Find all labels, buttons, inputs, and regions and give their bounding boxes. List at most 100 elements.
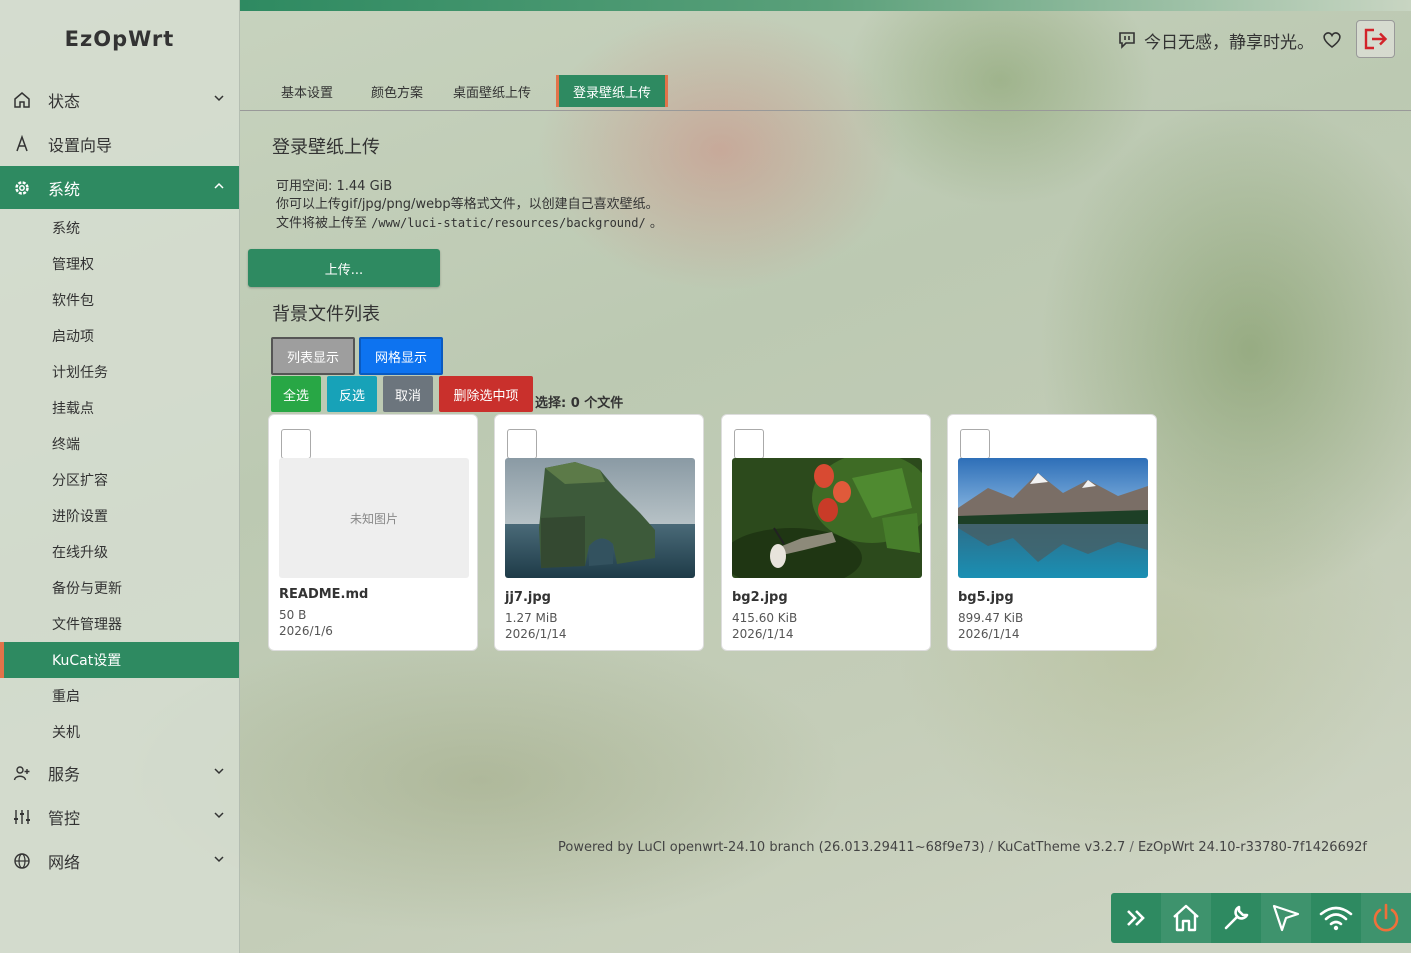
file-checkbox[interactable]: [281, 429, 311, 459]
sidebar-item-label: 系统: [48, 179, 81, 199]
chevron-up-icon: [214, 182, 224, 189]
sidebar-item-wizard[interactable]: 设置向导: [0, 122, 239, 165]
sidebar-subitem-admin[interactable]: 管理权: [0, 246, 239, 282]
globe-icon: [12, 851, 32, 871]
sidebar-item-network[interactable]: 网络: [0, 839, 239, 882]
upload-path: /www/luci-static/resources/background/: [371, 216, 646, 230]
tab-color-scheme[interactable]: 颜色方案: [352, 75, 442, 107]
sidebar-subitem-kucat[interactable]: KuCat设置: [0, 642, 239, 678]
file-size: 50 B: [279, 608, 307, 622]
invert-selection-button[interactable]: 反选: [327, 376, 377, 412]
tab-bar: 基本设置 颜色方案 桌面壁纸上传 登录壁纸上传: [240, 70, 1411, 111]
wifi-button[interactable]: [1311, 893, 1361, 943]
file-date: 2026/1/14: [732, 627, 794, 641]
sidebar-subitem-upgrade[interactable]: 在线升级: [0, 534, 239, 570]
file-checkbox[interactable]: [960, 429, 990, 459]
tab-login-wallpaper[interactable]: 登录壁纸上传: [556, 75, 668, 107]
file-card[interactable]: bg5.jpg 899.47 KiB 2026/1/14: [947, 414, 1157, 651]
send-button[interactable]: [1261, 893, 1311, 943]
heart-icon[interactable]: [1322, 31, 1342, 49]
home-button[interactable]: [1161, 893, 1211, 943]
upload-hint-text: 你可以上传gif/jpg/png/webp等格式文件，以创建自己喜欢壁纸。: [276, 197, 659, 212]
file-size: 899.47 KiB: [958, 611, 1024, 625]
file-date: 2026/1/14: [505, 627, 567, 641]
file-name: bg2.jpg: [732, 590, 788, 605]
quick-toolbar: [1111, 893, 1411, 943]
sidebar-subitem-startup[interactable]: 启动项: [0, 318, 239, 354]
sidebar-subitem-backup[interactable]: 备份与更新: [0, 570, 239, 606]
sidebar-item-label: 设置向导: [48, 135, 113, 155]
sidebar-subitem-filemanager[interactable]: 文件管理器: [0, 606, 239, 642]
file-name: jj7.jpg: [505, 590, 551, 605]
free-space-text: 可用空间: 1.44 GiB: [276, 179, 393, 194]
header-motto: 今日无感，静享时光。: [1118, 28, 1342, 53]
sidebar-subitem-advanced[interactable]: 进阶设置: [0, 498, 239, 534]
cancel-selection-button[interactable]: 取消: [383, 376, 433, 412]
sidebar-item-status[interactable]: 状态: [0, 78, 239, 121]
chevron-down-icon: [214, 856, 224, 863]
chevron-down-icon: [214, 95, 224, 102]
sliders-icon: [12, 807, 32, 827]
sidebar-item-label: 状态: [48, 91, 81, 111]
home-icon: [1173, 904, 1199, 932]
send-icon: [1272, 904, 1300, 932]
file-card[interactable]: 未知图片 README.md 50 B 2026/1/6: [268, 414, 478, 651]
file-date: 2026/1/6: [279, 624, 333, 638]
brand-logo[interactable]: EzOpWrt: [0, 0, 239, 78]
tab-basic-settings[interactable]: 基本设置: [262, 75, 352, 107]
selected-count: 选择: 0 个文件: [535, 396, 624, 411]
sidebar-subitem-mounts[interactable]: 挂载点: [0, 390, 239, 426]
file-list-title: 背景文件列表: [272, 304, 380, 325]
file-meta: 50 B 2026/1/6: [279, 607, 333, 639]
sidebar-subitem-partexp[interactable]: 分区扩容: [0, 462, 239, 498]
sidebar-item-control[interactable]: 管控: [0, 795, 239, 838]
settings-tool-button[interactable]: [1211, 893, 1261, 943]
file-card[interactable]: jj7.jpg 1.27 MiB 2026/1/14: [494, 414, 704, 651]
file-checkbox[interactable]: [507, 429, 537, 459]
user-plus-icon: [12, 763, 32, 783]
file-thumbnail[interactable]: [958, 458, 1148, 578]
sidebar-item-system[interactable]: 系统: [0, 166, 239, 209]
file-date: 2026/1/14: [958, 627, 1020, 641]
sidebar-subitem-shutdown[interactable]: 关机: [0, 714, 239, 750]
file-meta: 899.47 KiB 2026/1/14: [958, 610, 1023, 642]
double-chevron-right-icon: [1127, 910, 1145, 926]
wizard-icon: [12, 134, 32, 154]
footer-theme-link[interactable]: KuCatTheme v3.2.7: [997, 840, 1125, 855]
file-name: bg5.jpg: [958, 590, 1014, 605]
file-name: README.md: [279, 587, 369, 602]
select-all-button[interactable]: 全选: [271, 376, 321, 412]
list-view-button[interactable]: 列表显示: [271, 337, 355, 375]
file-size: 1.27 MiB: [505, 611, 558, 625]
file-thumbnail[interactable]: 未知图片: [279, 458, 469, 578]
file-card[interactable]: bg2.jpg 415.60 KiB 2026/1/14: [721, 414, 931, 651]
wifi-icon: [1319, 906, 1353, 931]
power-icon: [1373, 903, 1399, 932]
sidebar-item-services[interactable]: 服务: [0, 751, 239, 794]
upload-path-suffix: 。: [649, 216, 663, 231]
motto-text: 今日无感，静享时光。: [1144, 32, 1314, 53]
collapse-toolbar-button[interactable]: [1111, 893, 1161, 943]
file-checkbox[interactable]: [734, 429, 764, 459]
upload-section-title: 登录壁纸上传: [272, 137, 380, 158]
gear-icon: [12, 178, 32, 198]
upload-button[interactable]: 上传...: [248, 249, 440, 287]
sidebar-subitem-crontab[interactable]: 计划任务: [0, 354, 239, 390]
file-thumbnail[interactable]: [732, 458, 922, 578]
sidebar-subitem-packages[interactable]: 软件包: [0, 282, 239, 318]
delete-selected-button[interactable]: 删除选中项: [439, 376, 533, 412]
grid-view-button[interactable]: 网格显示: [359, 337, 443, 375]
file-thumbnail[interactable]: [505, 458, 695, 578]
sidebar: EzOpWrt 状态 设置向导 系统 系统 管理权 软件包 启动项 计划任务 挂…: [0, 0, 240, 953]
power-button[interactable]: [1361, 893, 1411, 943]
tab-desktop-wallpaper[interactable]: 桌面壁纸上传: [442, 75, 542, 107]
sidebar-subitem-system[interactable]: 系统: [0, 210, 239, 246]
home-icon: [12, 90, 32, 110]
sidebar-subitem-reboot[interactable]: 重启: [0, 678, 239, 714]
logout-button[interactable]: [1356, 20, 1395, 58]
footer-powered-link[interactable]: Powered by LuCI openwrt-24.10 branch (26…: [558, 840, 985, 855]
top-accent-bar: [240, 0, 1411, 11]
sidebar-item-label: 服务: [48, 764, 81, 784]
sidebar-subitem-terminal[interactable]: 终端: [0, 426, 239, 462]
chevron-down-icon: [214, 812, 224, 819]
